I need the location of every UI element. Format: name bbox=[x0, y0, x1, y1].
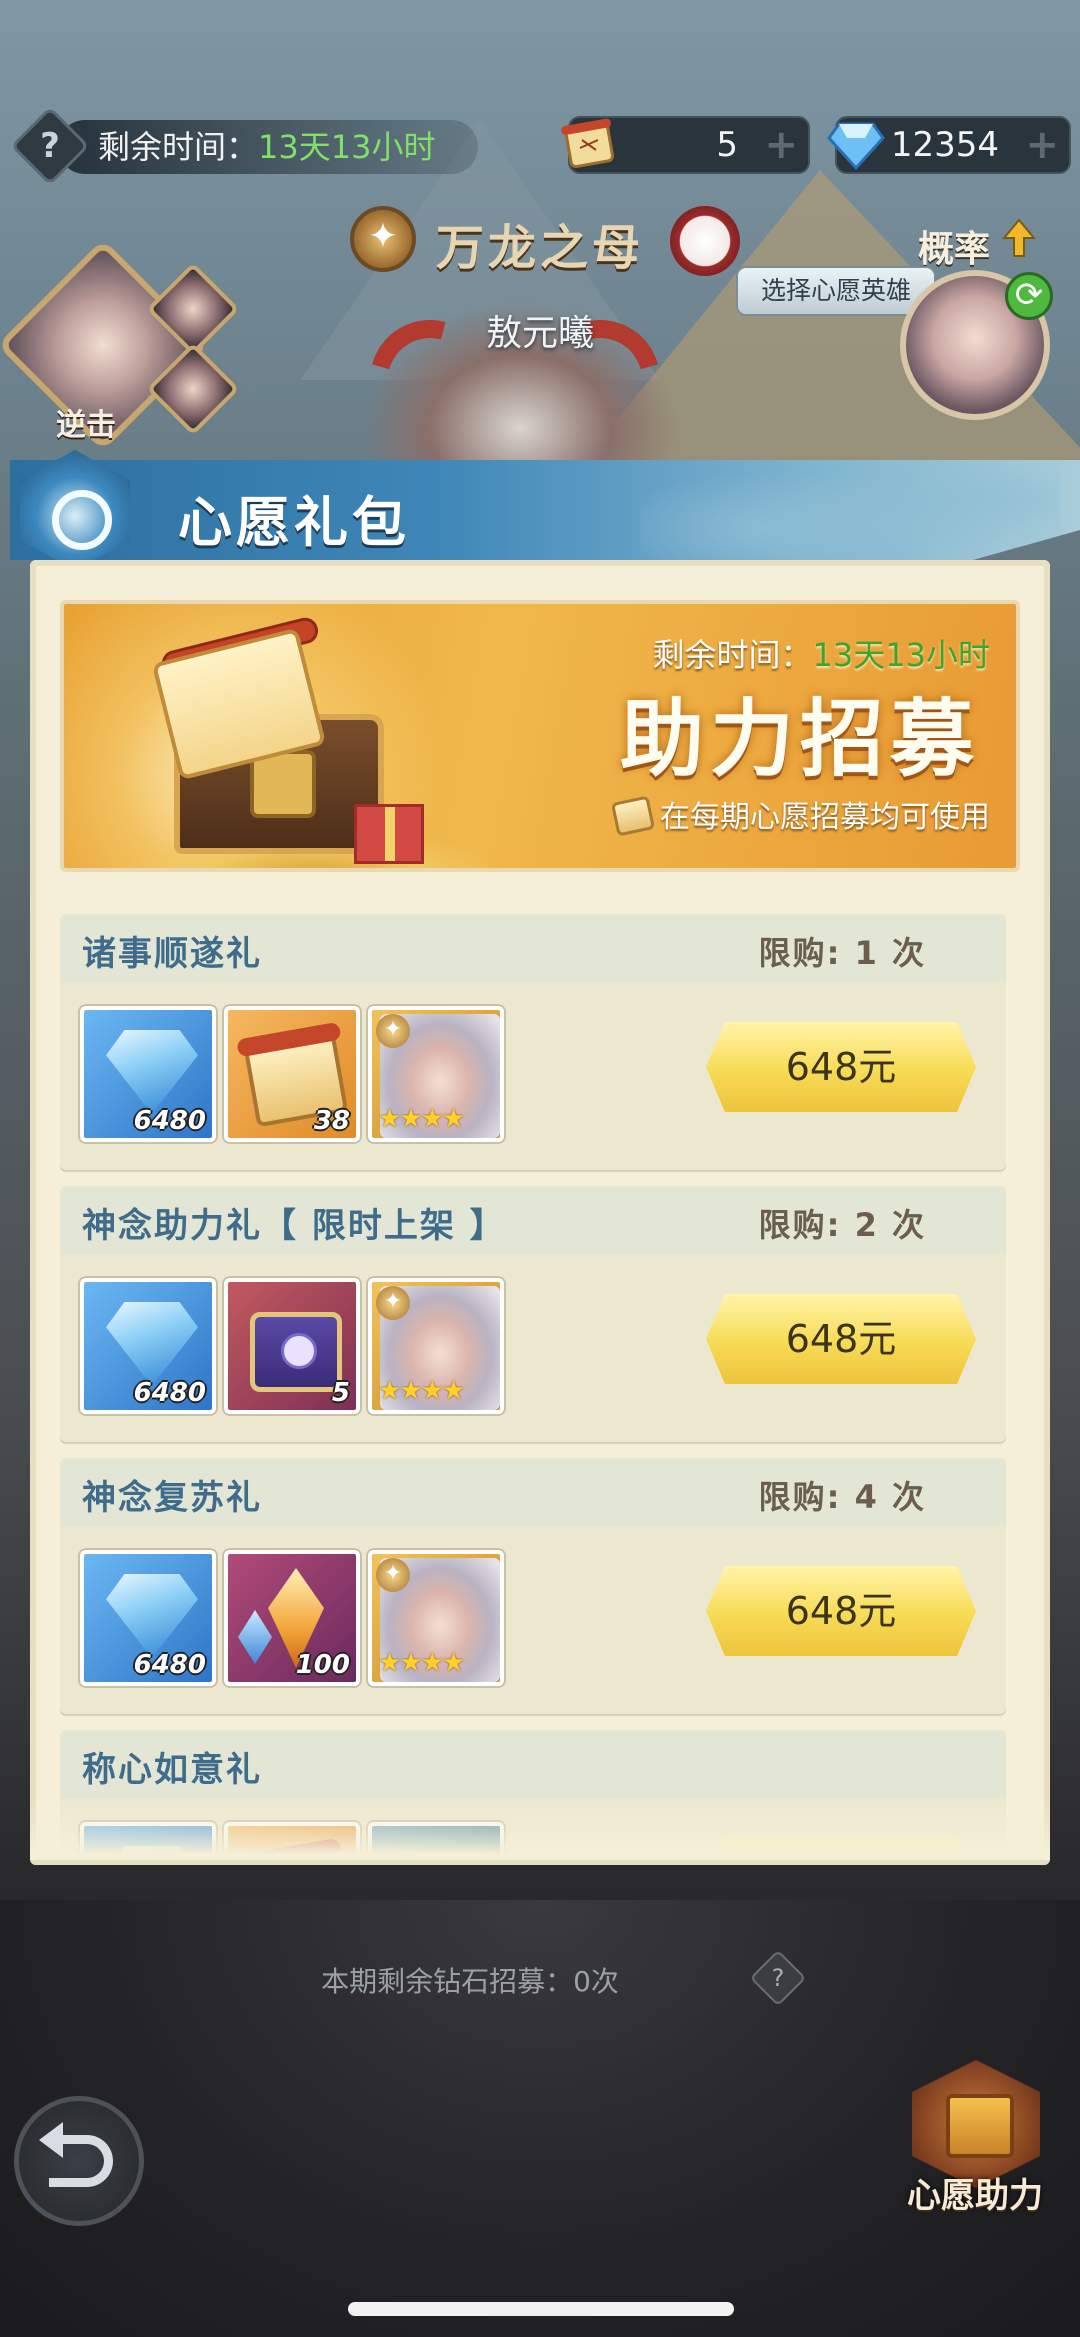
remaining-recruit-text: 本期剩余钻石招募：0次 bbox=[321, 1965, 619, 1998]
star-emblem-icon: ✦ bbox=[376, 1286, 410, 1320]
diamond-icon bbox=[827, 122, 885, 171]
promo-note-text: 在每期心愿招募均可使用 bbox=[660, 800, 990, 835]
select-wish-hero-button[interactable]: 选择心愿英雄 bbox=[736, 266, 936, 316]
hero-item[interactable]: ✦ ★★★★ bbox=[368, 1550, 504, 1686]
package-header: 神念复苏礼 限购: 4 次 bbox=[60, 1458, 1006, 1526]
scroll-count: 5 bbox=[716, 125, 738, 165]
diamond-icon bbox=[106, 1574, 198, 1658]
blue-gem-icon bbox=[238, 1610, 272, 1664]
package-header: 称心如意礼 bbox=[60, 1730, 1006, 1798]
promo-banner: 剩余时间：13天13小时 助力招募 在每期心愿招募均可使用 bbox=[60, 600, 1020, 872]
purchase-limit: 限购: 1 次 bbox=[758, 934, 926, 972]
package-header: 诸事顺遂礼 限购: 1 次 bbox=[60, 914, 1006, 982]
question-icon: ? bbox=[771, 1964, 785, 1992]
crystal-item[interactable]: 100 bbox=[224, 1550, 360, 1686]
package-card: 神念助力礼【 限时上架 】 限购: 2 次 6480 5 ✦ ★★★★ 648元 bbox=[60, 1186, 1006, 1442]
home-indicator[interactable] bbox=[348, 2302, 734, 2316]
chest-item[interactable]: 5 bbox=[224, 1278, 360, 1414]
back-arrow-icon bbox=[39, 2122, 113, 2187]
package-list[interactable]: 剩余时间：13天13小时 助力招募 在每期心愿招募均可使用 诸事顺遂礼 限购: … bbox=[30, 560, 1050, 1860]
chest-icon bbox=[250, 1312, 342, 1392]
buy-button[interactable]: 648元 bbox=[706, 1022, 976, 1112]
diamond-item[interactable]: 6480 bbox=[80, 1278, 216, 1414]
back-button[interactable] bbox=[14, 2096, 144, 2226]
add-scroll-button[interactable]: + bbox=[764, 118, 798, 172]
purchase-limit: 限购: 2 次 bbox=[758, 1206, 926, 1244]
package-header: 神念助力礼【 限时上架 】 限购: 2 次 bbox=[60, 1186, 1006, 1254]
gem-resource: 12354 + bbox=[827, 116, 1071, 174]
star-emblem-icon bbox=[350, 206, 416, 272]
hero-item[interactable]: ✦ ★★★★ bbox=[368, 1278, 504, 1414]
purchase-limit: 限购: 4 次 bbox=[758, 1478, 926, 1516]
star-rating: ★★★★ bbox=[378, 1376, 465, 1406]
package-name: 神念复苏礼 bbox=[82, 1478, 262, 1518]
timer-label: 剩余时间： bbox=[98, 128, 259, 166]
diamond-icon bbox=[106, 1030, 198, 1114]
wish-assist-button[interactable]: 心愿助力 bbox=[900, 2060, 1050, 2220]
buy-button[interactable]: 648元 bbox=[706, 1294, 976, 1384]
promo-timer: 剩余时间：13天13小时 bbox=[653, 630, 990, 676]
star-rating: ★★★★ bbox=[378, 1648, 465, 1678]
diamond-item[interactable]: 6480 bbox=[80, 1550, 216, 1686]
item-quantity: 100 bbox=[295, 1650, 350, 1680]
wish-assist-label: 心愿助力 bbox=[907, 2176, 1043, 2216]
star-rating: ★★★★ bbox=[378, 1104, 465, 1134]
hero-banner: 万龙之母 bbox=[350, 200, 740, 280]
item-quantity: 6480 bbox=[133, 1378, 206, 1408]
item-quantity: 6480 bbox=[133, 1650, 206, 1680]
dialog-title: 心愿礼包 bbox=[178, 491, 410, 554]
arrow-up-icon bbox=[1002, 218, 1036, 257]
scroll-fade bbox=[30, 1800, 1050, 1860]
star-emblem-icon: ✦ bbox=[376, 1558, 410, 1592]
question-icon: ? bbox=[40, 126, 60, 166]
package-name: 神念助力礼【 限时上架 】 bbox=[82, 1206, 506, 1246]
diamond-icon bbox=[106, 1302, 198, 1386]
dialog-header-decoration bbox=[640, 430, 1060, 570]
refresh-icon[interactable]: ⟳ bbox=[1005, 272, 1053, 320]
promo-timer-label: 剩余时间： bbox=[652, 636, 813, 674]
scroll-icon bbox=[561, 118, 615, 169]
package-name: 称心如意礼 bbox=[82, 1750, 262, 1790]
scroll-icon bbox=[610, 795, 656, 837]
dialog-header: 心愿礼包 bbox=[0, 430, 1080, 570]
probability-button[interactable]: 概率 bbox=[918, 220, 990, 272]
package-name: 诸事顺遂礼 bbox=[82, 934, 262, 974]
gift-box-icon bbox=[354, 804, 424, 864]
star-emblem-icon: ✦ bbox=[376, 1014, 410, 1048]
top-bar: 剩余时间：13天13小时 ? 5 + 12354 + bbox=[0, 106, 1080, 186]
dragon-faction-icon bbox=[670, 206, 740, 276]
promo-note: 在每期心愿招募均可使用 bbox=[610, 792, 990, 837]
scroll-resource: 5 + bbox=[561, 116, 810, 174]
item-quantity: 5 bbox=[331, 1378, 350, 1408]
timer-value: 13天13小时 bbox=[258, 128, 436, 166]
hero-title: 万龙之母 bbox=[436, 220, 645, 276]
item-quantity: 38 bbox=[313, 1106, 350, 1136]
promo-timer-value: 13天13小时 bbox=[812, 636, 990, 674]
add-gem-button[interactable]: + bbox=[1025, 118, 1059, 172]
buy-button[interactable]: 648元 bbox=[706, 1566, 976, 1656]
dialog-panel: 剩余时间：13天13小时 助力招募 在每期心愿招募均可使用 诸事顺遂礼 限购: … bbox=[30, 560, 1050, 1865]
hero-item[interactable]: ✦ ★★★★ bbox=[368, 1006, 504, 1142]
event-timer: 剩余时间：13天13小时 bbox=[58, 120, 478, 174]
help-button[interactable]: ? bbox=[10, 106, 90, 186]
item-quantity: 6480 bbox=[133, 1106, 206, 1136]
diamond-item[interactable]: 6480 bbox=[80, 1006, 216, 1142]
package-card: 神念复苏礼 限购: 4 次 6480 100 ✦ ★★★★ 648元 bbox=[60, 1458, 1006, 1714]
gem-count: 12354 bbox=[890, 125, 999, 165]
package-card: 诸事顺遂礼 限购: 1 次 6480 38 ✦ ★★★★ 648元 bbox=[60, 914, 1006, 1170]
scroll-item[interactable]: 38 bbox=[224, 1006, 360, 1142]
promo-title: 助力招募 bbox=[619, 690, 980, 788]
